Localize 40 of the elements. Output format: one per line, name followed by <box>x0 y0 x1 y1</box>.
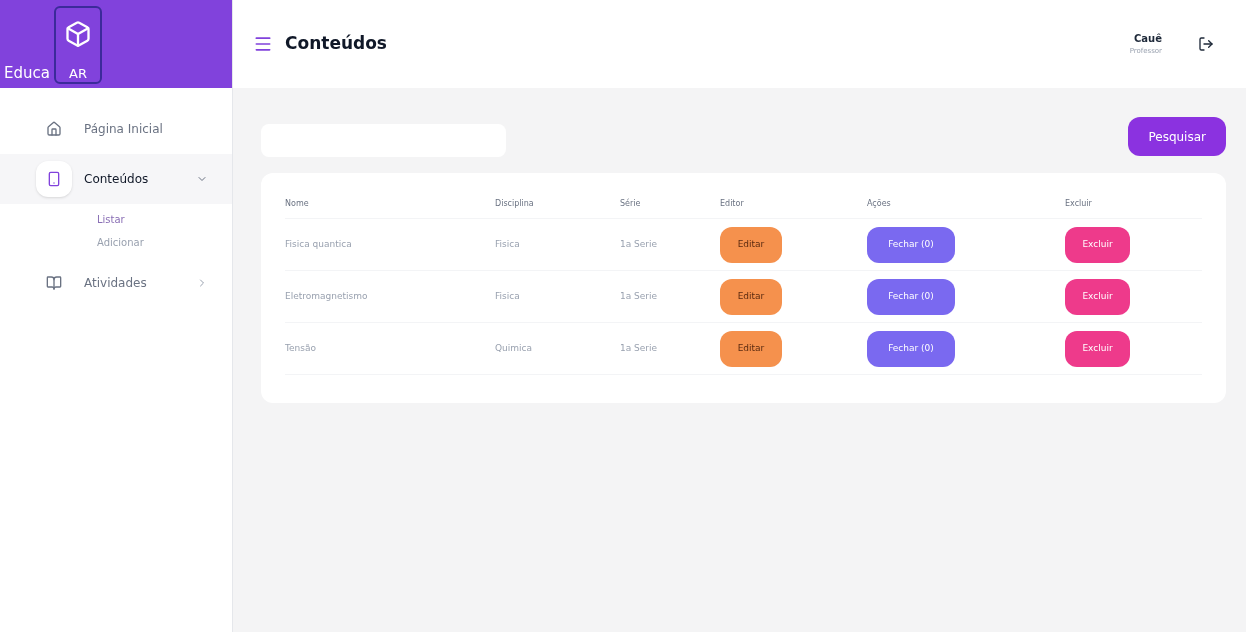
column-header: Nome <box>285 197 310 210</box>
edit-button[interactable]: Editar <box>720 278 782 315</box>
column-header: Disciplina <box>495 197 535 210</box>
table-cell-text: Fisica <box>495 289 521 303</box>
edit-button[interactable]: Editar <box>720 226 782 263</box>
delete-button[interactable]: Excluir <box>1065 226 1130 263</box>
sidebar-item[interactable]: Página Inicial <box>0 104 232 154</box>
column-header: Excluir <box>1065 197 1093 210</box>
close-button[interactable]: Fechar (0) <box>867 278 955 315</box>
sidebar-item[interactable]: Atividades <box>0 258 232 308</box>
cube-icon <box>63 20 92 48</box>
sidebar-item[interactable]: Conteúdos <box>0 154 232 204</box>
home-icon <box>46 121 62 137</box>
table-cell-text: Tensão <box>285 341 317 355</box>
delete-button[interactable]: Excluir <box>1065 330 1130 367</box>
phone-icon <box>46 171 62 187</box>
menu-icon[interactable] <box>253 34 273 54</box>
close-button[interactable]: Fechar (0) <box>867 330 955 367</box>
column-header: Ações <box>867 197 892 210</box>
column-header: Série <box>620 197 642 210</box>
logo-text: AR <box>69 67 87 80</box>
table-cell-text: 1a Serie <box>620 341 659 355</box>
edit-button[interactable]: Editar <box>720 330 782 367</box>
table-cell-text: Quimica <box>495 341 534 355</box>
table-cell-text: 1a Serie <box>620 237 659 251</box>
column-header: Editor <box>720 197 745 210</box>
logo-text: Educa <box>4 62 50 84</box>
close-button[interactable]: Fechar (0) <box>867 226 955 263</box>
logout-icon[interactable] <box>1198 36 1214 52</box>
page-title: Conteúdos <box>285 32 388 56</box>
table-cell-text: 1a Serie <box>620 289 659 303</box>
table-cell-text: Eletromagnetismo <box>285 289 369 303</box>
book-icon <box>46 275 62 291</box>
search-button[interactable]: Pesquisar <box>1128 117 1226 156</box>
table-cell-text: Fisica quantica <box>285 237 353 251</box>
delete-button[interactable]: Excluir <box>1065 278 1130 315</box>
submenu-item[interactable]: Adicionar <box>97 231 144 254</box>
user-name: Cauê <box>1134 32 1162 47</box>
submenu-item[interactable]: Listar <box>97 208 125 231</box>
table-cell-text: Fisica <box>495 237 521 251</box>
